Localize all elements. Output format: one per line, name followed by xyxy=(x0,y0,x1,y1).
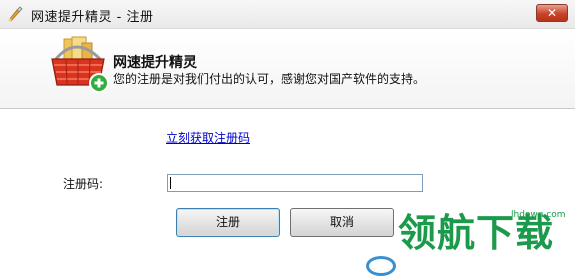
shopping-basket-add-icon xyxy=(51,36,109,93)
header-banner: 网速提升精灵 您的注册是对我们付出的认可，感谢您对国产软件的支持。 xyxy=(0,29,575,109)
product-description: 您的注册是对我们付出的认可，感谢您对国产软件的支持。 xyxy=(113,72,426,86)
app-icon xyxy=(8,6,23,22)
watermark-logo: 领航下载 xyxy=(398,211,555,255)
registration-code-input[interactable] xyxy=(167,174,423,192)
close-button[interactable]: ✕ xyxy=(536,4,568,22)
product-name: 网速提升精灵 xyxy=(113,55,197,71)
close-icon: ✕ xyxy=(546,6,558,20)
title-bar: 网速提升精灵 - 注册 ✕ xyxy=(0,0,575,29)
get-registration-code-link[interactable]: 立刻获取注册码 xyxy=(166,129,250,146)
registration-code-label: 注册码: xyxy=(63,177,104,191)
register-button[interactable]: 注册 xyxy=(176,208,280,237)
watermark-ring-icon xyxy=(366,256,396,276)
text-caret xyxy=(170,177,171,189)
cancel-button[interactable]: 取消 xyxy=(290,208,394,237)
window-title: 网速提升精灵 - 注册 xyxy=(31,10,154,25)
